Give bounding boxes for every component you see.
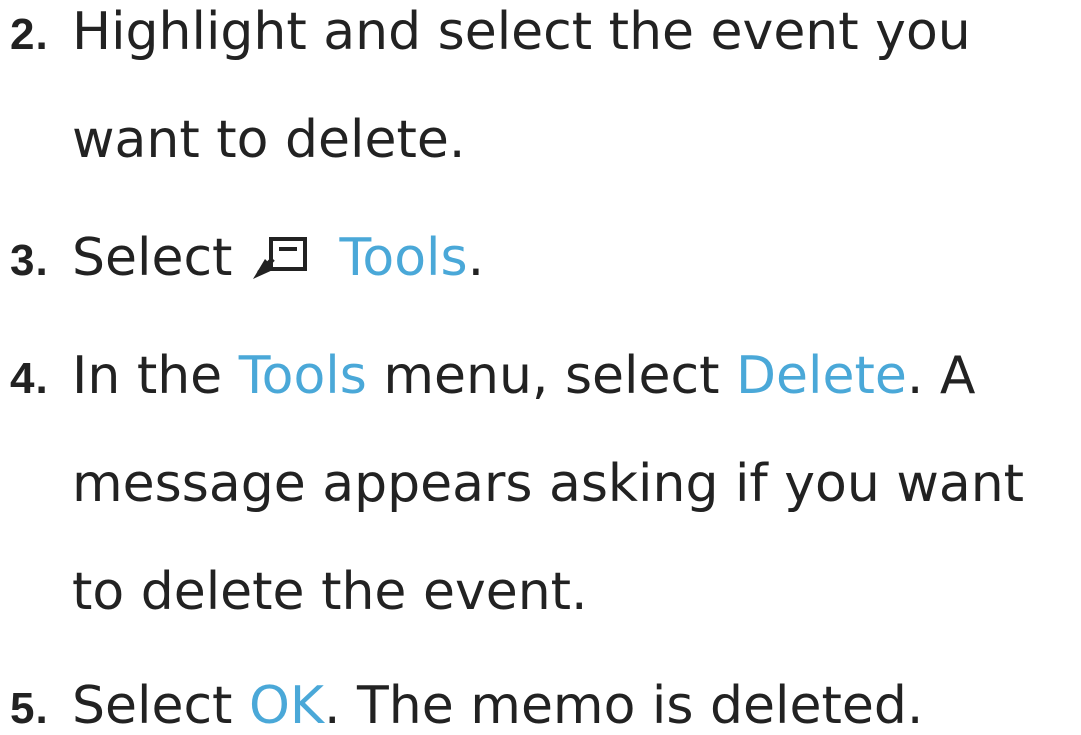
tools-remote-icon [252, 237, 307, 279]
step-4-line-1: In the Tools menu, select Delete. A [72, 350, 976, 402]
ok-label: OK [248, 676, 324, 735]
step-number: 2. [10, 10, 49, 59]
step-5-text: Select [72, 676, 233, 735]
step-4-line-3: to delete the event. [72, 562, 588, 622]
step-number: 3. [10, 236, 49, 285]
step-4-line-2: message appears asking if you want [72, 454, 1025, 514]
step-2-line-2: want to delete. [72, 110, 466, 170]
step-number: 4. [10, 354, 49, 403]
instruction-page: 2. Highlight and select the event you wa… [0, 0, 1081, 735]
step-number: 5. [10, 684, 49, 733]
select-text: Select [72, 228, 233, 288]
step-3-line-1: Select Tools. [72, 232, 484, 284]
step-4-text: In the [72, 346, 223, 406]
step-4-text: . A [906, 346, 976, 406]
delete-label: Delete [736, 346, 907, 406]
period: . [467, 228, 485, 288]
step-5-text: . The memo is deleted. [323, 676, 924, 735]
step-2-line-1: Highlight and select the event you [72, 2, 971, 62]
step-5-line-1: Select OK. The memo is deleted. [72, 680, 923, 732]
step-4-text: menu, select [383, 346, 720, 406]
tools-label: Tools [339, 228, 468, 288]
tools-label: Tools [238, 346, 367, 406]
